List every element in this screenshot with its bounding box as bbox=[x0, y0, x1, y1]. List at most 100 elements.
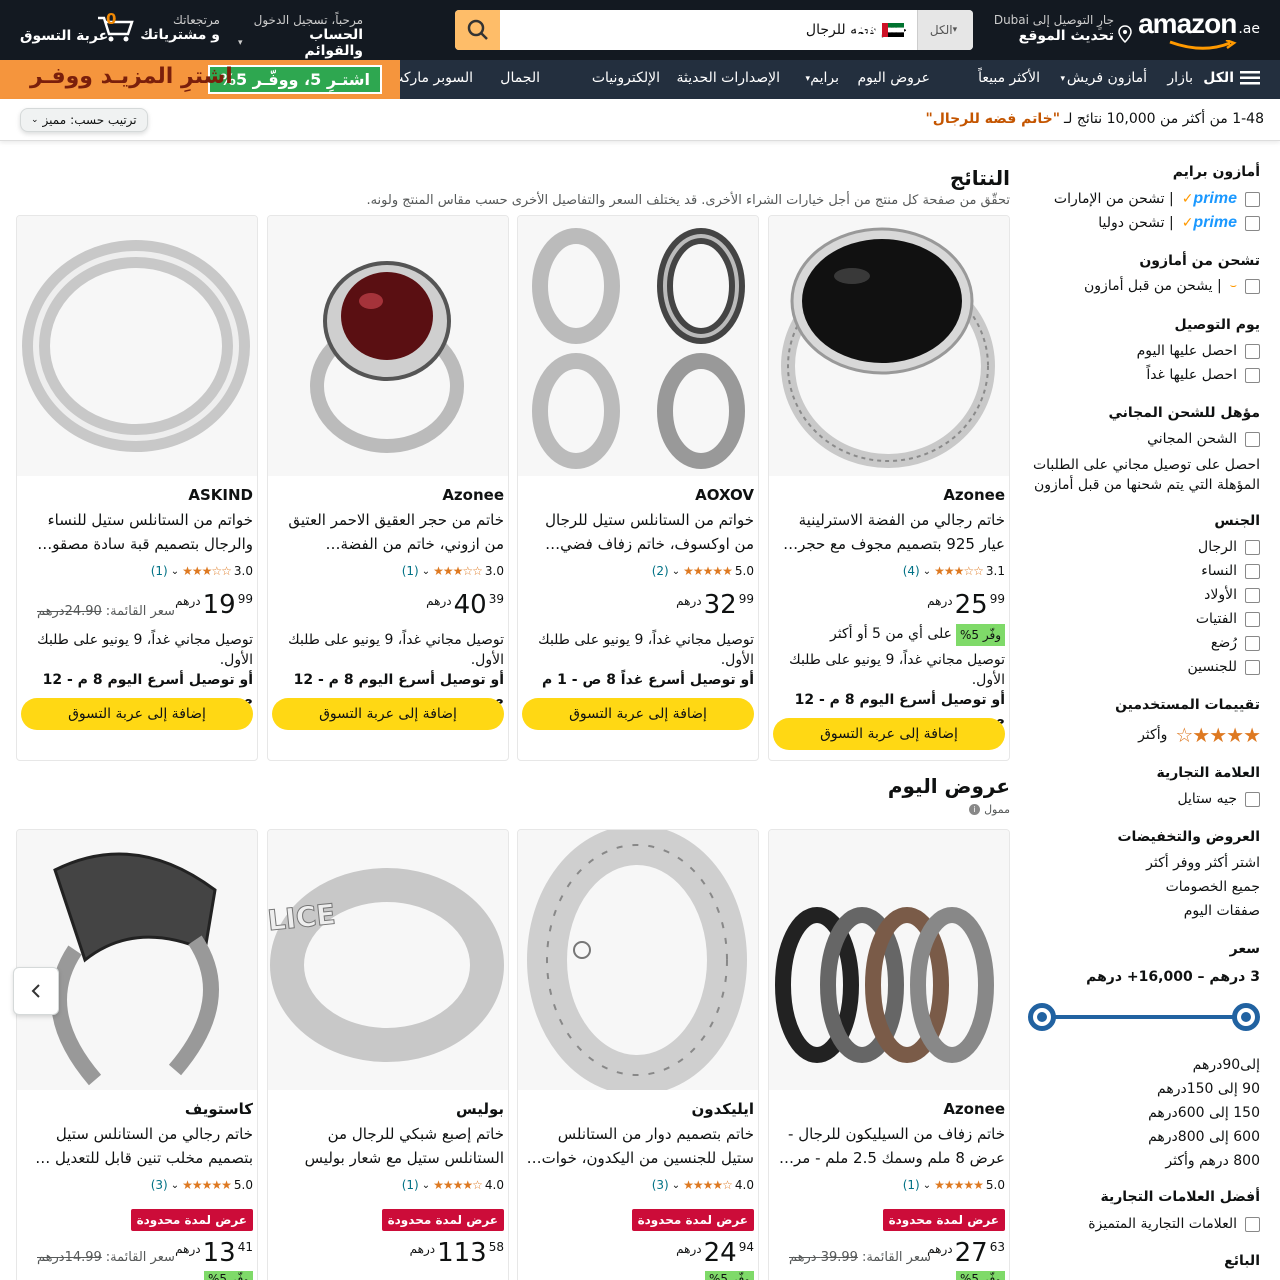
search-category-select[interactable]: الكل ▾ bbox=[917, 10, 973, 50]
amazon-logo[interactable]: amazon .ae bbox=[1138, 8, 1260, 40]
checkbox[interactable] bbox=[1245, 343, 1260, 359]
checkbox[interactable] bbox=[1245, 611, 1260, 627]
language-selector[interactable]: ▾ AR bbox=[846, 22, 905, 38]
deal-card[interactable]: ايليكدون خاتم بتصميم دوار من الستانلس ست… bbox=[517, 829, 759, 1280]
checkbox[interactable] bbox=[1245, 367, 1260, 383]
product-rating[interactable]: 3.1 ☆☆★★★ ⌄ (4) bbox=[903, 564, 1005, 578]
checkbox[interactable] bbox=[1245, 215, 1260, 231]
filter-brand[interactable]: جيه ستايل bbox=[1177, 791, 1260, 807]
product-image[interactable]: POLICE bbox=[268, 830, 508, 1090]
product-image[interactable] bbox=[17, 216, 257, 476]
search-button[interactable] bbox=[455, 10, 500, 50]
product-card[interactable]: Azonee خاتم رجالي من الفضة الاسترلينية ع… bbox=[768, 215, 1010, 761]
price-link-150-600[interactable]: 150 إلى 600درهم bbox=[1148, 1105, 1260, 1121]
filter-gender-unisex[interactable]: للجنسين bbox=[1187, 659, 1260, 675]
returns-orders[interactable]: مرتجعاتك و مشترياتك bbox=[140, 13, 220, 43]
rating-count[interactable]: (3) bbox=[151, 1178, 168, 1192]
product-card[interactable]: ASKIND خواتم من الستانلس ستيل للنساء وال… bbox=[16, 215, 258, 761]
product-title[interactable]: خاتم بتصميم دوار من الستانلس ستيل للجنسي… bbox=[522, 1122, 754, 1170]
checkbox[interactable] bbox=[1245, 1216, 1260, 1232]
rating-count[interactable]: (2) bbox=[652, 564, 669, 578]
subnav-item-electronics[interactable]: الإلكترونيات bbox=[592, 70, 660, 86]
product-rating[interactable]: 4.0 ☆★★★★ ⌄ (3) bbox=[652, 1178, 754, 1192]
add-to-cart-button[interactable]: إضافة إلى عربة التسوق bbox=[773, 718, 1005, 750]
rating-count[interactable]: (4) bbox=[903, 564, 920, 578]
checkbox[interactable] bbox=[1245, 539, 1260, 555]
product-image[interactable] bbox=[17, 830, 257, 1090]
product-rating[interactable]: 5.0 ★★★★★ ⌄ (3) bbox=[151, 1178, 253, 1192]
price-link-600-800[interactable]: 600 إلى 800درهم bbox=[1148, 1129, 1260, 1145]
filter-delivery-today[interactable]: احصل عليها اليوم bbox=[1137, 343, 1260, 359]
filter-prime-uae[interactable]: ✓prime | تشحن من الإمارات bbox=[1054, 190, 1260, 208]
checkbox[interactable] bbox=[1245, 635, 1260, 651]
subnav-item-bazaar[interactable]: بازار bbox=[1167, 70, 1193, 86]
checkbox[interactable] bbox=[1245, 278, 1260, 294]
rating-count[interactable]: (1) bbox=[903, 1178, 920, 1192]
filter-free-shipping[interactable]: الشحن المجاني bbox=[1147, 431, 1260, 447]
filter-gender-women[interactable]: النساء bbox=[1201, 563, 1260, 579]
deal-card[interactable]: POLICE بوليس خاتم إصبع شبكي للرجال من ال… bbox=[267, 829, 509, 1280]
rating-count[interactable]: (3) bbox=[652, 1178, 669, 1192]
product-title[interactable]: خاتم رجالي من الفضة الاسترلينية عيار 925… bbox=[773, 508, 1005, 556]
filter-gender-baby[interactable]: رُضع bbox=[1211, 635, 1260, 651]
checkbox[interactable] bbox=[1245, 587, 1260, 603]
product-image[interactable] bbox=[518, 216, 758, 476]
product-title[interactable]: خواتم من الستانلس ستيل للرجال من اوكسوف،… bbox=[522, 508, 754, 556]
rating-count[interactable]: (1) bbox=[402, 1178, 419, 1192]
subnav-item-beauty[interactable]: الجمال bbox=[500, 70, 540, 86]
offer-link-all-discounts[interactable]: جميع الخصومات bbox=[1166, 879, 1260, 895]
offer-link-todays-deals[interactable]: صفقات اليوم bbox=[1184, 903, 1260, 919]
product-rating[interactable]: 5.0 ★★★★★ ⌄ (2) bbox=[652, 564, 754, 578]
subnav-item-supermarket[interactable]: السوبر ماركت bbox=[390, 70, 473, 86]
price-link-under-90[interactable]: إلى90درهم bbox=[1193, 1057, 1260, 1073]
checkbox[interactable] bbox=[1245, 191, 1260, 207]
product-rating[interactable]: 3.0 ☆☆★★★ ⌄ (1) bbox=[402, 564, 504, 578]
subnav-item-fresh[interactable]: أمازون فريش bbox=[1067, 70, 1147, 86]
price-link-90-150[interactable]: 90 إلى 150درهم bbox=[1157, 1081, 1260, 1097]
product-title[interactable]: خاتم زفاف من السيليكون للرجال - عرض 8 مل… bbox=[773, 1122, 1005, 1170]
add-to-cart-button[interactable]: إضافة إلى عربة التسوق bbox=[272, 698, 504, 730]
product-title[interactable]: خاتم إصبع شبكي للرجال من الستانلس ستيل م… bbox=[272, 1122, 504, 1170]
filter-fba[interactable]: ⌣ | يشحن من قبل أمازون bbox=[1084, 278, 1260, 294]
filter-gender-boys[interactable]: الأولاد bbox=[1204, 587, 1260, 603]
checkbox[interactable] bbox=[1245, 431, 1260, 447]
product-title[interactable]: خاتم من حجر العقيق الاحمر العتيق من ازون… bbox=[272, 508, 504, 556]
product-rating[interactable]: 5.0 ★★★★★ ⌄ (1) bbox=[903, 1178, 1005, 1192]
product-image[interactable] bbox=[769, 830, 1009, 1090]
filter-delivery-tomorrow[interactable]: احصل عليها غداً bbox=[1146, 367, 1260, 383]
filter-top-brands[interactable]: العلامات التجارية المتميزة bbox=[1088, 1216, 1260, 1232]
add-to-cart-button[interactable]: إضافة إلى عربة التسوق bbox=[21, 698, 253, 730]
filter-gender-men[interactable]: الرجال bbox=[1198, 539, 1260, 555]
price-slider[interactable] bbox=[1028, 1003, 1260, 1031]
price-slider-min-handle[interactable] bbox=[1028, 1003, 1056, 1031]
product-title[interactable]: خواتم من الستانلس ستيل للنساء والرجال بت… bbox=[21, 508, 253, 556]
product-image[interactable] bbox=[268, 216, 508, 476]
subnav-item-new-releases[interactable]: الإصدارات الحديثة bbox=[677, 70, 780, 86]
product-title[interactable]: خاتم رجالي من الستانلس ستيل بتصميم مخلب … bbox=[21, 1122, 253, 1170]
all-menu-button[interactable]: الكل bbox=[1203, 70, 1260, 86]
sponsored-label[interactable]: ممول i bbox=[969, 803, 1010, 816]
subnav-item-todays-deals[interactable]: عروض اليوم bbox=[858, 70, 931, 86]
promo-banner[interactable]: اشتـرِ 5، ووفّـر 5% اشترِ المزيـد ووفـر bbox=[0, 60, 400, 99]
checkbox[interactable] bbox=[1245, 659, 1260, 675]
subnav-item-bestsellers[interactable]: الأكثر مبيعاً bbox=[978, 70, 1040, 86]
deal-card[interactable]: Azonee خاتم زفاف من السيليكون للرجال - ع… bbox=[768, 829, 1010, 1280]
product-image[interactable] bbox=[769, 216, 1009, 476]
price-slider-max-handle[interactable] bbox=[1232, 1003, 1260, 1031]
sort-dropdown[interactable]: ترتيب حسب: مميز ⌄ bbox=[20, 108, 148, 132]
filter-four-stars-up[interactable]: ☆★★★★ وأكثر bbox=[1138, 723, 1261, 747]
price-link-800-up[interactable]: 800 درهم وأكثر bbox=[1165, 1153, 1260, 1169]
filter-gender-girls[interactable]: الفتيات bbox=[1196, 611, 1260, 627]
subnav-item-prime[interactable]: برايم bbox=[810, 70, 839, 86]
product-rating[interactable]: 4.0 ☆★★★★ ⌄ (1) bbox=[402, 1178, 504, 1192]
carousel-next-button[interactable] bbox=[13, 967, 59, 1015]
checkbox[interactable] bbox=[1245, 791, 1260, 807]
rating-count[interactable]: (1) bbox=[151, 564, 168, 578]
offer-link-buy-more[interactable]: اشتر أكثر ووفر أكثر bbox=[1146, 855, 1260, 871]
filter-prime-intl[interactable]: ✓prime | تشحن دوليا bbox=[1098, 214, 1260, 232]
product-card[interactable]: Azonee خاتم من حجر العقيق الاحمر العتيق … bbox=[267, 215, 509, 761]
account-lists[interactable]: مرحباً، تسجيل الدخول الحساب والقوائم ▾ bbox=[238, 13, 363, 59]
product-image[interactable] bbox=[518, 830, 758, 1095]
deal-card[interactable]: كاستويف خاتم رجالي من الستانلس ستيل بتصم… bbox=[16, 829, 258, 1280]
cart[interactable]: 0 عربة التسوق bbox=[18, 10, 136, 52]
